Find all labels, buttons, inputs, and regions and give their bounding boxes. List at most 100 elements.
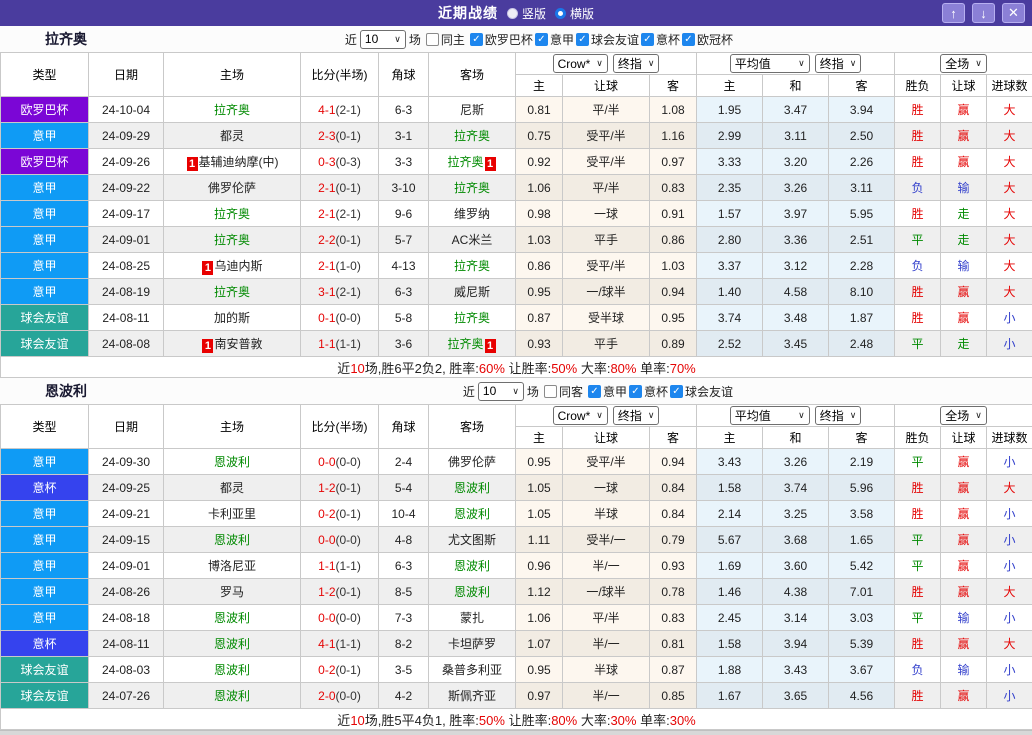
same-side-checkbox[interactable]: 同客: [544, 383, 583, 400]
away-team-name: 桑普多利亚: [442, 663, 502, 677]
home-team-name: 恩波利: [214, 533, 250, 547]
handicap-result-cell: 赢: [941, 449, 987, 475]
avg-home-odds: 1.57: [697, 201, 763, 227]
col-header-score: 比分(半场): [301, 53, 379, 97]
corner-count: 3-10: [379, 175, 429, 201]
league-checkbox[interactable]: ✓意杯: [641, 31, 680, 48]
avg-home-odds: 1.95: [697, 97, 763, 123]
match-row: 球会友谊24-08-11加的斯0-1(0-0)5-8拉齐奥0.87受半球0.95…: [1, 305, 1032, 331]
average-select[interactable]: 平均值∨: [730, 406, 810, 425]
league-badge: 球会友谊: [1, 657, 89, 683]
match-count-select[interactable]: 10∨: [360, 30, 406, 49]
col-header-score: 比分(半场): [301, 405, 379, 449]
halftime-score: (1-0): [336, 259, 361, 273]
home-team-name: 恩波利: [214, 689, 250, 703]
league-checkbox[interactable]: ✓欧冠杯: [682, 31, 733, 48]
close-button[interactable]: ✕: [1002, 3, 1025, 23]
layout-radio-horizontal[interactable]: 横版: [555, 5, 594, 22]
average-final-select[interactable]: 终指∨: [815, 54, 862, 73]
result-cell: 胜: [895, 123, 941, 149]
crow-handicap: 平/半: [563, 605, 650, 631]
avg-home-odds: 3.43: [697, 449, 763, 475]
league-checkbox[interactable]: ✓球会友谊: [576, 31, 639, 48]
league-filter-group: ✓意甲✓意杯✓球会友谊: [586, 383, 733, 400]
match-date: 24-07-26: [89, 683, 164, 709]
avg-home-odds: 1.67: [697, 683, 763, 709]
corner-count: 6-3: [379, 279, 429, 305]
match-row: 意甲24-08-19拉齐奥3-1(2-1)6-3威尼斯0.95一/球半0.941…: [1, 279, 1032, 305]
corner-count: 6-3: [379, 97, 429, 123]
crow-provider-select[interactable]: Crow*∨: [553, 54, 608, 73]
result-cell: 胜: [895, 279, 941, 305]
goals-result-cell: 小: [987, 657, 1032, 683]
match-date: 24-08-03: [89, 657, 164, 683]
handicap-result-cell: 赢: [941, 579, 987, 605]
average-group-header: 平均值∨ 终指∨: [697, 405, 895, 427]
score: 1-1(1-1): [301, 553, 379, 579]
col-header-avg-away: 客: [829, 75, 895, 97]
league-badge: 意甲: [1, 253, 89, 279]
away-team-name: 维罗纳: [454, 207, 490, 221]
avg-away-odds: 3.03: [829, 605, 895, 631]
crow-home-odds: 0.96: [516, 553, 563, 579]
league-checkbox[interactable]: ✓球会友谊: [670, 383, 733, 400]
games-label: 场: [527, 383, 539, 400]
crow-handicap: 平/半: [563, 97, 650, 123]
average-final-select[interactable]: 终指∨: [815, 406, 862, 425]
crow-home-odds: 0.95: [516, 449, 563, 475]
league-badge: 意杯: [1, 631, 89, 657]
col-header-goals: 进球数: [987, 75, 1032, 97]
away-team-name: 拉齐奥: [454, 311, 490, 325]
score: 0-0(0-0): [301, 605, 379, 631]
avg-home-odds: 2.14: [697, 501, 763, 527]
same-side-checkbox[interactable]: 同主: [426, 31, 465, 48]
league-label: 欧罗巴杯: [485, 31, 533, 48]
crow-final-select[interactable]: 终指∨: [613, 54, 660, 73]
corner-count: 5-8: [379, 305, 429, 331]
average-select[interactable]: 平均值∨: [730, 54, 810, 73]
league-checkbox[interactable]: ✓意甲: [535, 31, 574, 48]
crow-final-select[interactable]: 终指∨: [613, 406, 660, 425]
crow-provider-select[interactable]: Crow*∨: [553, 406, 608, 425]
crow-handicap: 受平/半: [563, 149, 650, 175]
move-down-button[interactable]: ↓: [972, 3, 995, 23]
crow-group-header: Crow*∨ 终指∨: [516, 53, 697, 75]
crow-handicap: 受平/半: [563, 253, 650, 279]
match-count-select[interactable]: 10∨: [478, 382, 524, 401]
away-team-name: 拉齐奥: [447, 155, 483, 169]
avg-away-odds: 2.26: [829, 149, 895, 175]
away-team-name: 蒙扎: [460, 611, 484, 625]
halftime-score: (1-1): [336, 559, 361, 573]
crow-away-odds: 1.16: [650, 123, 697, 149]
goals-result-cell: 大: [987, 279, 1032, 305]
league-checkbox[interactable]: ✓意甲: [588, 383, 627, 400]
home-team: 卡利亚里: [164, 501, 301, 527]
halftime-score: (0-1): [336, 481, 361, 495]
handicap-result-cell: 走: [941, 331, 987, 357]
scope-select[interactable]: 全场∨: [940, 406, 987, 425]
home-team: 1基辅迪纳摩(中): [164, 149, 301, 175]
handicap-result-cell: 赢: [941, 631, 987, 657]
away-team: AC米兰: [429, 227, 516, 253]
move-up-button[interactable]: ↑: [942, 3, 965, 23]
home-team-name: 罗马: [220, 585, 244, 599]
red-card-badge: 1: [187, 157, 198, 171]
away-team: 桑普多利亚: [429, 657, 516, 683]
away-team: 拉齐奥: [429, 253, 516, 279]
col-header-crow-home: 主: [516, 75, 563, 97]
league-label: 球会友谊: [685, 383, 733, 400]
scope-select[interactable]: 全场∨: [940, 54, 987, 73]
red-card-badge: 1: [202, 261, 213, 275]
match-date: 24-08-08: [89, 331, 164, 357]
summary-segment: 让胜率:: [505, 361, 551, 376]
layout-radio-vertical[interactable]: 竖版: [507, 5, 546, 22]
match-date: 24-09-15: [89, 527, 164, 553]
avg-away-odds: 2.48: [829, 331, 895, 357]
home-team: 恩波利: [164, 605, 301, 631]
league-checkbox[interactable]: ✓欧罗巴杯: [470, 31, 533, 48]
crow-away-odds: 0.81: [650, 631, 697, 657]
summary-segment: 场,胜5平4负1, 胜率:: [365, 713, 479, 728]
fulltime-score: 0-2: [318, 507, 335, 521]
league-checkbox[interactable]: ✓意杯: [629, 383, 668, 400]
avg-draw-odds: 4.58: [763, 279, 829, 305]
